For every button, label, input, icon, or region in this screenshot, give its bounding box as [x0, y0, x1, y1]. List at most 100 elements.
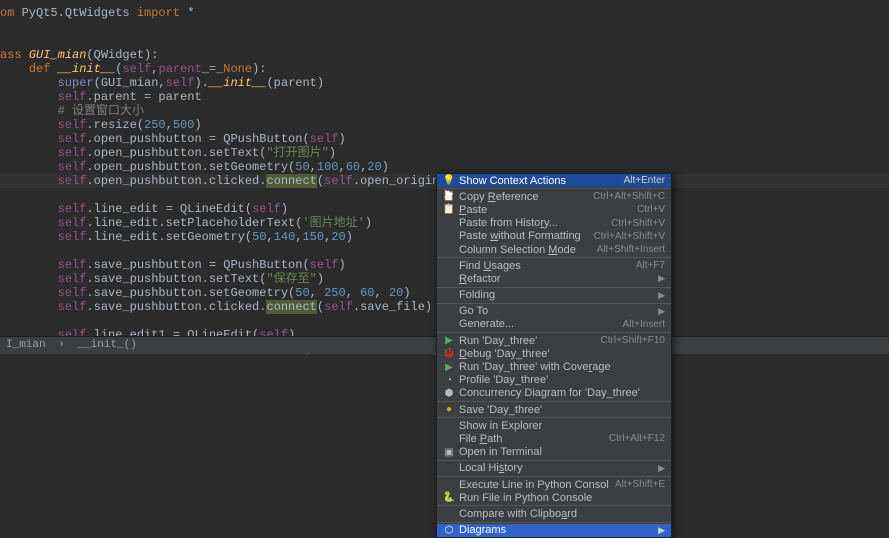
code-line[interactable]: ass GUI_mian(QWidget): [0, 48, 889, 62]
context-menu-item[interactable]: ⬡Diagrams ▶ [437, 524, 671, 537]
menu-item-icon: 🐍 [441, 492, 457, 503]
menu-item-label: Compare with Clipboard [459, 508, 665, 520]
menu-item-label: Open in Terminal [459, 446, 665, 458]
menu-item-icon: ▶ [441, 362, 457, 373]
context-menu-item[interactable]: Show in Explorer [437, 419, 671, 432]
context-menu-item[interactable]: Local History ▶ [437, 462, 671, 475]
menu-item-shortcut: Ctrl+V [637, 204, 665, 215]
menu-item-label: Save 'Day_three' [459, 404, 665, 416]
menu-item-icon: ⬢ [441, 388, 457, 399]
context-menu-separator [437, 476, 671, 477]
context-menu-item[interactable]: Paste from History... Ctrl+Shift+V [437, 217, 671, 230]
code-line[interactable]: def __init__(self,parent_=_None): [0, 62, 889, 76]
code-line[interactable]: self.open_pushbutton.setGeometry(50,100,… [0, 160, 889, 174]
context-menu-item[interactable]: Paste without Formatting Ctrl+Alt+Shift+V [437, 230, 671, 243]
code-line[interactable]: om PyQt5.QtWidgets import * [0, 6, 889, 20]
context-menu-separator [437, 460, 671, 461]
code-line[interactable] [0, 34, 889, 48]
menu-item-label: Run 'Day_three' [459, 335, 595, 347]
context-menu-separator [437, 257, 671, 258]
code-line[interactable]: self.open_pushbutton = QPushButton(self) [0, 132, 889, 146]
context-menu-item[interactable]: 📋Copy Reference Ctrl+Alt+Shift+C [437, 190, 671, 203]
context-menu-item[interactable]: 🐍Run File in Python Console [437, 491, 671, 504]
menu-item-shortcut: Ctrl+Alt+F12 [609, 433, 665, 444]
menu-item-label: Paste [459, 204, 631, 216]
code-line[interactable]: # 设置窗口大小 [0, 104, 889, 118]
breadcrumb-class[interactable]: I_mian [6, 339, 46, 351]
context-menu-item[interactable]: ▶Run 'Day_three' with Coverage [437, 360, 671, 373]
context-menu-item[interactable]: Compare with Clipboard [437, 507, 671, 520]
context-menu-item[interactable]: ◔Profile 'Day_three' [437, 374, 671, 387]
context-menu[interactable]: 💡Show Context Actions Alt+Enter 📋Copy Refe… [436, 173, 672, 538]
submenu-arrow-icon: ▶ [658, 463, 665, 474]
context-menu-separator [437, 332, 671, 333]
context-menu-separator [437, 287, 671, 288]
context-menu-item[interactable]: ⬢Concurrency Diagram for 'Day_three' [437, 387, 671, 400]
submenu-arrow-icon: ▶ [658, 290, 665, 301]
menu-item-label: Copy Reference [459, 191, 587, 203]
menu-item-label: Concurrency Diagram for 'Day_three' [459, 387, 665, 399]
context-menu-item[interactable]: Find UsagesAlt+F7 [437, 259, 671, 272]
code-line[interactable] [0, 20, 889, 34]
menu-item-shortcut: Ctrl+Alt+Shift+C [593, 191, 665, 202]
menu-item-icon: 🐞 [441, 348, 457, 359]
menu-item-label: Generate... [459, 318, 616, 330]
submenu-arrow-icon: ▶ [658, 306, 665, 317]
context-menu-item[interactable]: 📋Paste Ctrl+V [437, 203, 671, 216]
menu-item-label: Column Selection Mode [459, 244, 591, 256]
submenu-arrow-icon: ▶ [658, 525, 665, 536]
menu-item-shortcut: Ctrl+Shift+F10 [601, 335, 665, 346]
context-menu-item[interactable]: 💡Show Context Actions Alt+Enter [437, 174, 671, 187]
menu-item-label: Find Usages [459, 260, 630, 272]
menu-item-label: Go To [459, 305, 652, 317]
menu-item-shortcut: Ctrl+Shift+V [611, 218, 665, 229]
breadcrumb-arrow: › [58, 339, 65, 351]
context-menu-item[interactable]: Folding ▶ [437, 289, 671, 302]
menu-item-label: Local History [459, 462, 652, 474]
code-line[interactable]: self.resize(250,500) [0, 118, 889, 132]
menu-item-label: Paste from History... [459, 217, 605, 229]
menu-item-label: Debug 'Day_three' [459, 348, 665, 360]
submenu-arrow-icon: ▶ [658, 273, 665, 284]
menu-item-shortcut: Alt+Insert [622, 319, 665, 330]
menu-item-icon: 💡 [441, 175, 457, 186]
menu-item-label: Paste without Formatting [459, 230, 588, 242]
context-menu-item[interactable]: 🐞Debug 'Day_three' [437, 347, 671, 360]
code-line[interactable]: super(GUI_mian,self).__init__(parent) [0, 76, 889, 90]
menu-item-label: Diagrams [459, 524, 652, 536]
context-menu-item[interactable]: Go To ▶ [437, 305, 671, 318]
menu-item-icon: 📋 [441, 191, 457, 202]
context-menu-separator [437, 188, 671, 189]
context-menu-item[interactable]: File PathCtrl+Alt+F12 [437, 432, 671, 445]
menu-item-shortcut: Ctrl+Alt+Shift+V [594, 231, 665, 242]
menu-item-icon: ◔ [441, 375, 457, 386]
menu-item-label: Run 'Day_three' with Coverage [459, 361, 665, 373]
code-line[interactable]: self.open_pushbutton.setText("打开图片") [0, 146, 889, 160]
menu-item-icon: ⬡ [441, 525, 457, 536]
breadcrumb-method[interactable]: __init_() [77, 339, 136, 351]
menu-item-icon: ▣ [441, 447, 457, 458]
context-menu-item[interactable]: ●Save 'Day_three' [437, 403, 671, 416]
menu-item-label: Refactor [459, 273, 652, 285]
context-menu-separator [437, 522, 671, 523]
context-menu-item[interactable]: ▶Run 'Day_three'Ctrl+Shift+F10 [437, 334, 671, 347]
menu-item-label: Folding [459, 289, 652, 301]
context-menu-separator [437, 417, 671, 418]
menu-item-icon: 📋 [441, 204, 457, 215]
context-menu-separator [437, 505, 671, 506]
context-menu-item[interactable]: Refactor ▶ [437, 272, 671, 285]
menu-item-shortcut: Alt+Shift+Insert [597, 244, 665, 255]
context-menu-item[interactable]: Column Selection Mode Alt+Shift+Insert [437, 243, 671, 256]
context-menu-item[interactable]: ▣Open in Terminal [437, 446, 671, 459]
menu-item-label: Profile 'Day_three' [459, 374, 665, 386]
context-menu-item[interactable]: Generate... Alt+Insert [437, 318, 671, 331]
menu-item-label: Show Context Actions [459, 175, 618, 187]
menu-item-shortcut: Alt+Enter [624, 175, 665, 186]
menu-item-shortcut: Alt+Shift+E [615, 479, 665, 490]
context-menu-item[interactable]: Execute Line in Python Console Alt+Shift+… [437, 478, 671, 491]
menu-item-label: Execute Line in Python Console [459, 479, 609, 491]
code-line[interactable]: self.parent = parent [0, 90, 889, 104]
context-menu-separator [437, 401, 671, 402]
menu-item-label: Show in Explorer [459, 420, 665, 432]
menu-item-icon: ● [441, 404, 457, 415]
